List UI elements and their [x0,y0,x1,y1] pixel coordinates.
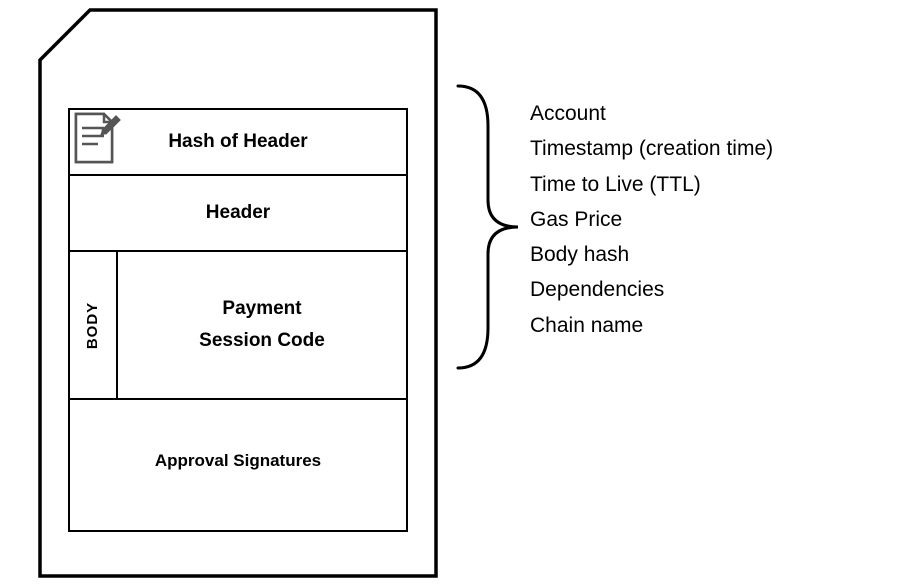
signature-icon [70,110,124,166]
header-field: Chain name [530,308,773,343]
body-item-session-code: Session Code [199,330,325,352]
body-label: BODY [85,301,102,348]
document-outline: Hash of Header Header BODY Payment Sessi… [38,8,438,578]
approvals-label: Approval Signatures [155,451,321,471]
approvals-row: Approval Signatures [70,400,406,530]
header-field: Timestamp (creation time) [530,131,773,166]
header-field: Gas Price [530,202,773,237]
hash-of-header-label: Hash of Header [168,131,307,153]
transaction-structure-diagram: Hash of Header Header BODY Payment Sessi… [0,0,900,586]
header-field: Account [530,96,773,131]
structure-table: Hash of Header Header BODY Payment Sessi… [68,108,408,532]
header-row: Header [70,176,406,252]
header-label: Header [206,202,270,224]
header-field: Dependencies [530,272,773,307]
header-fields-list: Account Timestamp (creation time) Time t… [530,96,773,343]
body-label-column: BODY [70,252,118,398]
body-row: BODY Payment Session Code [70,252,406,400]
header-field: Time to Live (TTL) [530,167,773,202]
header-field: Body hash [530,237,773,272]
curly-brace [446,82,526,372]
body-item-payment: Payment [222,298,301,320]
body-content-column: Payment Session Code [118,252,406,398]
